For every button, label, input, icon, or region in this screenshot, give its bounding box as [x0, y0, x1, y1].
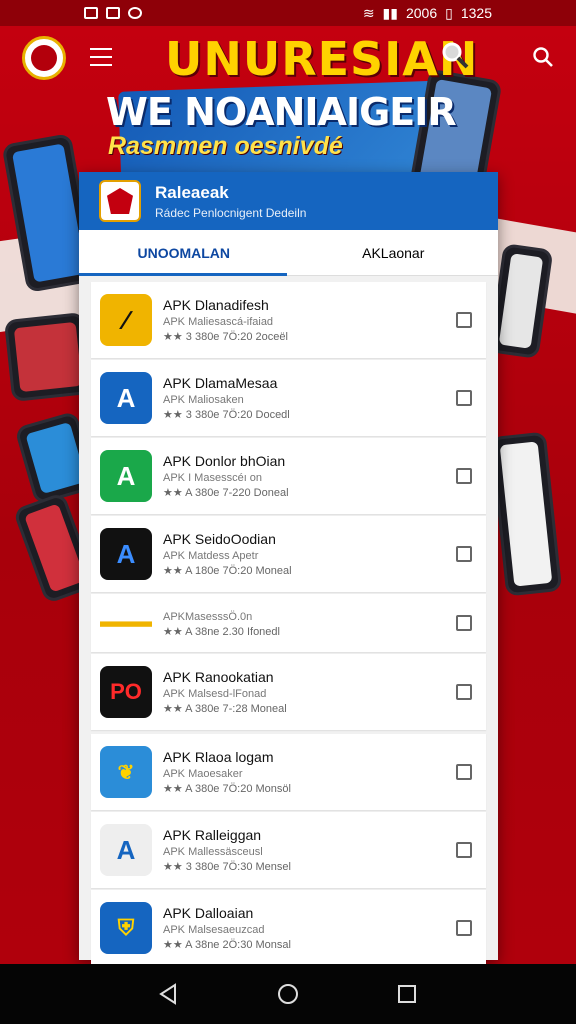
active-tab-indicator: [79, 273, 287, 276]
select-checkbox[interactable]: [456, 920, 472, 936]
select-checkbox[interactable]: [456, 312, 472, 328]
recents-icon[interactable]: [395, 982, 419, 1006]
app-name: APK Ranookatian: [163, 669, 274, 685]
blue-a-logo-icon: A: [100, 372, 152, 424]
app-name: APK Donlor bhOian: [163, 453, 286, 469]
search-icon[interactable]: [532, 46, 554, 68]
app-name: APK Ralleiggan: [163, 827, 262, 843]
select-checkbox[interactable]: [456, 764, 472, 780]
select-checkbox[interactable]: [456, 684, 472, 700]
app-developer: APK Maoesaker: [163, 768, 243, 780]
shield-logo-icon: ⛨: [100, 902, 152, 954]
list-item[interactable]: A APK Donlor bhOian APK I Masesscéı on ★…: [91, 438, 486, 514]
hero-tagline: Rasmmen oesnivdé: [108, 132, 343, 160]
app-developer: APK Maliosaken: [163, 394, 244, 406]
menu-button[interactable]: [90, 48, 112, 66]
list-item[interactable]: A APK DlamaMesaa APK Maliosaken ★★ 3 380…: [91, 360, 486, 436]
card-subtitle: Rádec Penlocnigent Dedeiln: [155, 205, 307, 220]
app-list-card: Raleaeak Rádec Penlocnigent Dedeiln UNOO…: [79, 172, 498, 966]
list-item[interactable]: ❦ APK Rlaoa logam APK Maoesaker ★★ A 380…: [91, 734, 486, 810]
tab-aklaonar[interactable]: AKLaonar: [289, 230, 499, 275]
network-label: 2006: [405, 5, 438, 21]
red-blue-a-logo-icon: A: [100, 824, 152, 876]
notification-icon: [84, 7, 98, 19]
app-developer: APK Malsesd-lFonad: [163, 688, 267, 700]
select-checkbox[interactable]: [456, 468, 472, 484]
signal-icon: ▮▮: [382, 4, 398, 21]
partial-logo-icon: [100, 605, 152, 641]
status-bar: ≋ ▮▮ 2006 ▯ 1325: [0, 0, 576, 26]
card-title: Raleaeak: [155, 182, 229, 202]
battery-icon: ▯: [445, 4, 453, 21]
po-logo-icon: PO: [100, 666, 152, 718]
app-developer: APK Mallessäsceusl: [163, 846, 263, 858]
hero-headline: WE NOANIAIGEIR: [106, 90, 457, 134]
app-developer: APK Maliesascá-ifaiad: [163, 316, 274, 328]
list-item[interactable]: PO APK Ranookatian APK Malsesd-lFonad ★★…: [91, 654, 486, 730]
app-developer: APK Matdess Apetr: [163, 550, 259, 562]
tab-unoomalan[interactable]: UNOOMALAN: [79, 230, 289, 275]
list-item[interactable]: A APK SeidoOodian APK Matdess Apetr ★★ A…: [91, 516, 486, 592]
app-name: APK DlamaMesaa: [163, 375, 278, 391]
app-rating: ★★ A 380e 7-:28 Moneal: [163, 703, 287, 715]
app-name: APK Rlaoa logam: [163, 749, 274, 765]
list-item[interactable]: A APK Ralleiggan APK Mallessäsceusl ★★ 3…: [91, 812, 486, 888]
home-icon[interactable]: [276, 982, 300, 1006]
top-bar: UNURESIAN: [0, 26, 576, 90]
app-rating: ★★ A 38ne 2.30 Ifonedl: [163, 626, 280, 638]
list-item[interactable]: ∕ APK Dlanadifesh APK Maliesascá-ifaiad …: [91, 282, 486, 358]
app-rating: ★★ 3 380e 7Ö:30 Mensel: [163, 861, 291, 873]
app-developer: APK I Masesscéı on: [163, 472, 263, 484]
camera-icon: [128, 7, 142, 19]
card-logo-icon: [99, 180, 141, 222]
app-rating: ★★ 3 380e 7Ö:20 Docedl: [163, 409, 290, 421]
brand-logo: [22, 36, 66, 80]
magnifier-icon[interactable]: [440, 40, 470, 70]
app-rating: ★★ A 380e 7Ö:20 Monsöl: [163, 783, 291, 795]
tab-bar: UNOOMALAN AKLaonar: [79, 230, 498, 276]
app-list: ∕ APK Dlanadifesh APK Maliesascá-ifaiad …: [79, 276, 498, 966]
select-checkbox[interactable]: [456, 615, 472, 631]
green-a-logo-icon: A: [100, 450, 152, 502]
wifi-icon: ≋: [362, 4, 375, 21]
clock: 1325: [460, 5, 492, 21]
black-a-logo-icon: A: [100, 528, 152, 580]
app-rating: ★★ 3 380e 7Ö:20 2oceël: [163, 331, 288, 343]
app-name: APK Dlanadifesh: [163, 297, 269, 313]
card-header: Raleaeak Rádec Penlocnigent Dedeiln: [79, 172, 498, 230]
app-rating: ★★ A 380e 7-220 Doneal: [163, 487, 289, 499]
app-title: UNURESIAN: [165, 32, 479, 86]
select-checkbox[interactable]: [456, 546, 472, 562]
lock-icon: [106, 7, 120, 19]
select-checkbox[interactable]: [456, 390, 472, 406]
app-developer: APKMasesssÖ.0n: [163, 611, 253, 623]
app-name: APK SeidoOodian: [163, 531, 276, 547]
crest-logo-icon: ❦: [100, 746, 152, 798]
select-checkbox[interactable]: [456, 842, 472, 858]
app-rating: ★★ A 38ne 2Ö:30 Monsal: [163, 939, 291, 951]
list-item[interactable]: APKMasesssÖ.0n ★★ A 38ne 2.30 Ifonedl: [91, 594, 486, 652]
system-nav-bar: [0, 964, 576, 1024]
back-icon[interactable]: [157, 982, 181, 1006]
app-developer: APK Malsesaeuzcad: [163, 924, 265, 936]
list-item[interactable]: ⛨ APK Dalloaian APK Malsesaeuzcad ★★ A 3…: [91, 890, 486, 966]
phone-illustration: [489, 431, 563, 597]
app-name: APK Dalloaian: [163, 905, 254, 921]
app-rating: ★★ A 180e 7Ö:20 Moneal: [163, 565, 292, 577]
yellow-black-logo-icon: ∕: [100, 294, 152, 346]
